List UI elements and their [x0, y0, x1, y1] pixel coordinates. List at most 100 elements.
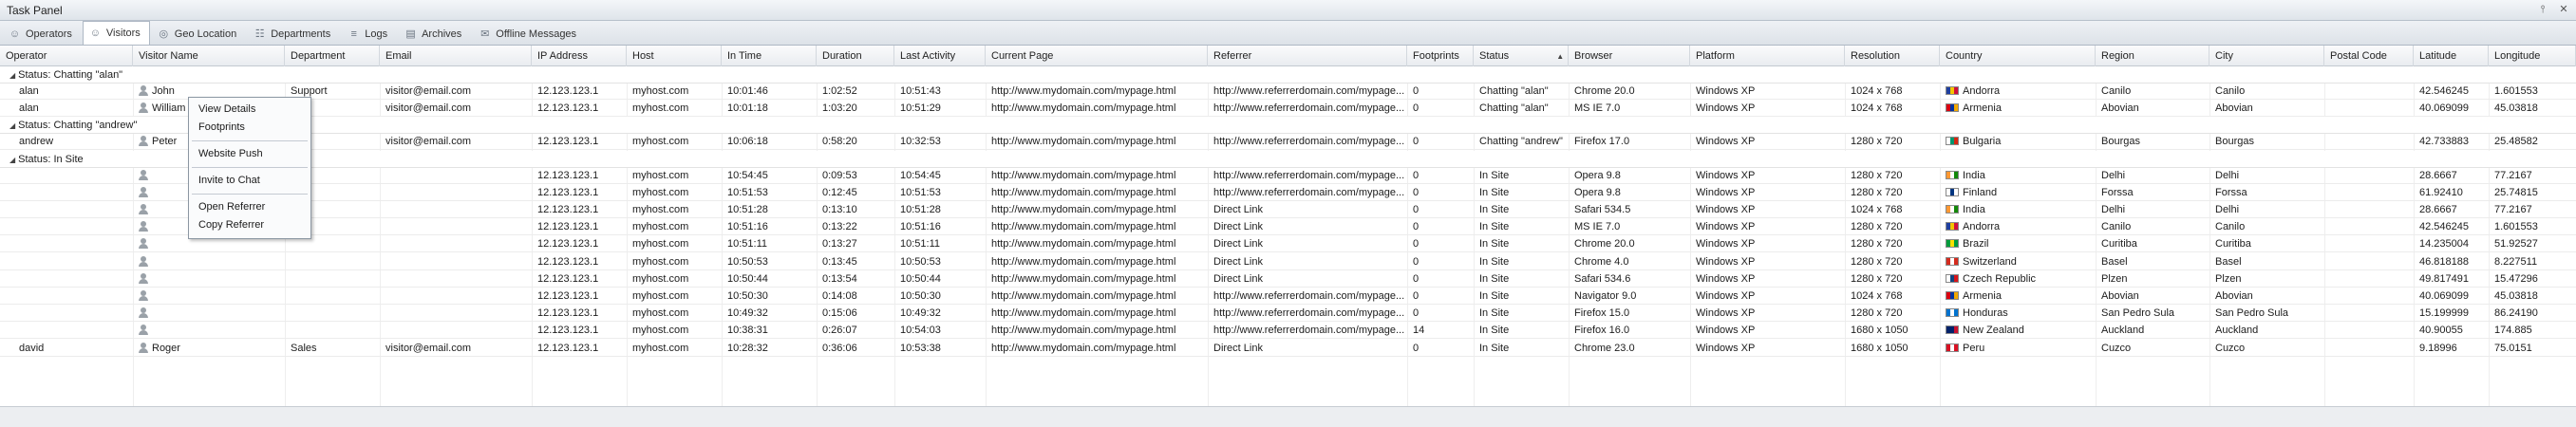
cell-longitude: 51.92527 [2489, 235, 2576, 252]
menu-item-footprints[interactable]: Footprints [189, 119, 310, 137]
menu-item-copy-referrer[interactable]: Copy Referrer [189, 216, 310, 234]
table-row[interactable]: 12.123.123.1 myhost.com 10:50:44 0:13:54 10:… [0, 270, 2576, 288]
table-row[interactable]: andrew Peter visitor@email.com 12.123.123.1… [0, 133, 2576, 151]
cell-text: Windows XP [1696, 102, 1756, 115]
tab-geo-location[interactable]: ◎ Geo Location [151, 23, 246, 45]
table-row[interactable]: 12.123.123.1 myhost.com 10:51:28 0:13:10 10:… [0, 201, 2576, 218]
cell-text: 12.123.123.1 [537, 169, 599, 181]
cell-text: Peru [1963, 342, 1985, 354]
tab-departments[interactable]: ☷ Departments [247, 23, 340, 45]
cell-text: Windows XP [1696, 255, 1756, 268]
column-header-browser[interactable]: Browser [1569, 46, 1690, 66]
column-header-status[interactable]: Status ▲ [1474, 46, 1569, 66]
table-row[interactable]: 12.123.123.1 myhost.com 10:51:11 0:13:27 10:… [0, 235, 2576, 253]
cell-visitor-name: Roger [133, 340, 285, 357]
cell-footprints: 0 [1407, 340, 1474, 357]
column-header-footprints[interactable]: Footprints [1407, 46, 1474, 66]
table-row[interactable]: 12.123.123.1 myhost.com 10:49:32 0:15:06 10:… [0, 305, 2576, 323]
table-row[interactable]: david Roger Sales visitor@email.com 12.123.1… [0, 340, 2576, 357]
cell-text: Firefox 15.0 [1574, 307, 1630, 320]
column-header-department[interactable]: Department [285, 46, 380, 66]
cell-text: 45.03818 [2494, 290, 2538, 302]
cell-text: 0:13:10 [822, 204, 857, 215]
tab-visitors[interactable]: ☺ Visitors [82, 21, 150, 45]
cell-duration: 0:36:06 [817, 340, 894, 357]
column-header-host[interactable]: Host [627, 46, 722, 66]
group-row[interactable]: ◢ Status: In Site [0, 150, 2576, 168]
table-row[interactable]: 12.123.123.1 myhost.com 10:50:30 0:14:08 10:… [0, 288, 2576, 305]
collapse-toggle-icon[interactable]: ◢ [9, 156, 15, 164]
column-header-postal-code[interactable]: Postal Code [2324, 46, 2414, 66]
column-header-country[interactable]: Country [1940, 46, 2096, 66]
cell-text: 0:36:06 [822, 342, 857, 354]
group-row[interactable]: ◢ Status: Chatting "alan" [0, 66, 2576, 84]
cell-country: New Zealand [1940, 322, 2096, 339]
table-row[interactable]: 12.123.123.1 myhost.com 10:51:53 0:12:45 10:… [0, 184, 2576, 201]
cell-latitude: 40.069099 [2414, 288, 2489, 305]
horizontal-scrollbar[interactable] [0, 406, 2576, 427]
cell-resolution: 1280 x 720 [1845, 270, 1940, 288]
cell-latitude: 28.6667 [2414, 201, 2489, 218]
table-row[interactable]: alan John Support visitor@email.com 12.123.1… [0, 83, 2576, 100]
group-row[interactable]: ◢ Status: Chatting "andrew" [0, 117, 2576, 135]
column-header-current-page[interactable]: Current Page [986, 46, 1208, 66]
cell-latitude: 40.069099 [2414, 100, 2489, 117]
menu-item-website-push[interactable]: Website Push [189, 145, 310, 163]
cell-city: Delhi [2209, 201, 2324, 218]
cell-text: Plzen [2215, 272, 2242, 285]
column-header-duration[interactable]: Duration [817, 46, 894, 66]
column-header-email[interactable]: Email [380, 46, 532, 66]
cell-current-page: http://www.mydomain.com/mypage.html [986, 100, 1208, 117]
column-header-ip-address[interactable]: IP Address [532, 46, 627, 66]
close-icon[interactable]: ✕ [2557, 3, 2570, 16]
cell-text: Windows XP [1696, 290, 1756, 302]
column-header-longitude[interactable]: Longitude [2489, 46, 2576, 66]
cell-visitor-name [133, 270, 285, 288]
column-header-city[interactable]: City [2209, 46, 2324, 66]
column-header-latitude[interactable]: Latitude [2414, 46, 2489, 66]
cell-city: Delhi [2209, 167, 2324, 184]
pin-icon[interactable]: ⫯ [2536, 3, 2549, 16]
cell-text: Chatting "alan" [1479, 102, 1549, 115]
column-header-region[interactable]: Region [2096, 46, 2209, 66]
column-header-resolution[interactable]: Resolution [1845, 46, 1940, 66]
cell-text: http://www.mydomain.com/mypage.html [991, 325, 1176, 337]
column-header-referrer[interactable]: Referrer [1208, 46, 1407, 66]
cell-text: Armenia [1963, 290, 2002, 302]
tab-operators[interactable]: ☺ Operators [2, 23, 82, 45]
cell-in-time: 10:01:46 [722, 83, 817, 100]
tab-archives[interactable]: ▤ Archives [398, 23, 471, 45]
tab-logs[interactable]: ≡ Logs [341, 23, 397, 45]
table-row[interactable]: 12.123.123.1 myhost.com 10:38:31 0:26:07 10:… [0, 322, 2576, 340]
cell-text: In Site [1479, 204, 1510, 215]
cell-email [380, 235, 532, 252]
table-row[interactable]: 12.123.123.1 myhost.com 10:54:45 0:09:53 10:… [0, 167, 2576, 184]
table-row[interactable]: 12.123.123.1 myhost.com 10:51:16 0:13:22 10:… [0, 218, 2576, 236]
cell-text: Canilo [2215, 85, 2246, 97]
column-header-visitor-name[interactable]: Visitor Name [133, 46, 285, 66]
column-header-operator[interactable]: Operator [0, 46, 133, 66]
cell-city: Forssa [2209, 184, 2324, 201]
cell-host: myhost.com [627, 218, 722, 235]
menu-item-view-details[interactable]: View Details [189, 101, 310, 119]
menu-item-open-referrer[interactable]: Open Referrer [189, 198, 310, 216]
cell-text: 12.123.123.1 [537, 136, 599, 148]
cell-visitor-name [133, 288, 285, 305]
tab-offline-messages[interactable]: ✉ Offline Messages [472, 23, 586, 45]
cell-text: Navigator 9.0 [1574, 290, 1637, 302]
column-header-last-activity[interactable]: Last Activity [894, 46, 986, 66]
table-row[interactable]: alan William visitor@email.com 12.123.123.1… [0, 100, 2576, 118]
collapse-toggle-icon[interactable]: ◢ [9, 71, 15, 80]
cell-text: In Site [1479, 186, 1510, 198]
column-header-in-time[interactable]: In Time [722, 46, 817, 66]
cell-text: Chrome 23.0 [1574, 342, 1635, 354]
column-header-platform[interactable]: Platform [1690, 46, 1845, 66]
table-row[interactable]: 12.123.123.1 myhost.com 10:50:53 0:13:45 10:… [0, 253, 2576, 270]
menu-item-invite-to-chat[interactable]: Invite to Chat [189, 172, 310, 190]
cell-text: myhost.com [632, 325, 689, 337]
cell-host: myhost.com [627, 201, 722, 218]
column-header-label: City [2215, 50, 2233, 62]
cell-browser: Navigator 9.0 [1569, 288, 1690, 305]
collapse-toggle-icon[interactable]: ◢ [9, 121, 15, 130]
cell-text: 12.123.123.1 [537, 307, 599, 320]
